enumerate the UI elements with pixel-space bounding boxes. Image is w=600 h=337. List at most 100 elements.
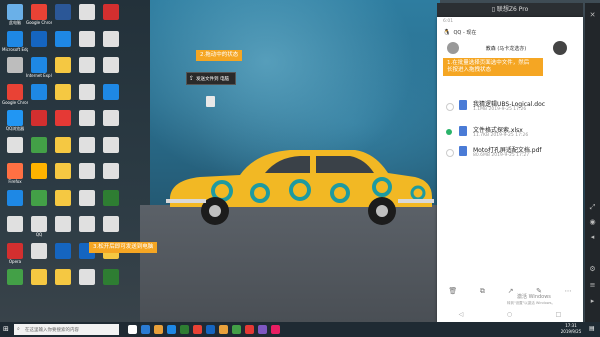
desktop-icon[interactable]	[76, 216, 98, 232]
desktop-icon[interactable]	[76, 30, 98, 47]
taskbar-app-icon[interactable]	[206, 325, 215, 334]
desktop-icon-glyph	[55, 189, 71, 206]
desktop-icon[interactable]: QQ浏览器	[4, 110, 26, 131]
desktop-icon[interactable]	[28, 83, 50, 100]
desktop-icon[interactable]: 此电脑	[4, 4, 26, 25]
send-icon[interactable]: ↗	[508, 287, 514, 296]
volume-icon[interactable]: ◂	[588, 233, 597, 242]
notification-icon[interactable]: ▤	[589, 325, 595, 332]
file-list-item[interactable]: Moto打孔屏适配文档.pdf 80.6MB 2019-9-25 17:27	[437, 145, 583, 163]
desktop-icon[interactable]	[52, 110, 74, 126]
taskbar-app-icon[interactable]	[154, 325, 163, 334]
desktop-icon[interactable]: Firefox	[4, 163, 26, 184]
fullscreen-icon[interactable]: ⤢	[588, 203, 597, 212]
taskbar-app-icon[interactable]	[193, 325, 202, 334]
desktop-icon[interactable]	[28, 269, 50, 285]
desktop-icon[interactable]	[100, 136, 122, 153]
desktop-icon[interactable]: Google Chrome	[26, 4, 52, 25]
drag-preview-label: 发送文件到 电脑	[196, 76, 229, 82]
file-icon	[459, 146, 467, 156]
desktop-icon[interactable]	[4, 57, 26, 73]
desktop-icon[interactable]	[28, 136, 50, 153]
desktop-icon[interactable]	[52, 136, 74, 153]
desktop-icon[interactable]	[76, 189, 98, 206]
taskbar-app-icon[interactable]	[232, 325, 241, 334]
delete-icon[interactable]: 🗑	[448, 287, 457, 296]
desktop-icon-glyph	[103, 189, 119, 206]
desktop-icon[interactable]	[52, 242, 74, 259]
desktop-icon[interactable]	[4, 269, 26, 285]
desktop-icon[interactable]	[52, 216, 74, 232]
desktop-icon[interactable]: Google Chrome	[2, 83, 28, 105]
taskbar-app-icon[interactable]	[245, 325, 254, 334]
desktop-icon[interactable]	[76, 110, 98, 126]
taskbar-app-icon[interactable]	[180, 325, 189, 334]
back-nav-icon[interactable]: ◁	[459, 311, 464, 318]
desktop-icon[interactable]	[28, 30, 50, 47]
taskbar-app-icon[interactable]	[167, 325, 176, 334]
close-icon[interactable]: ✕	[588, 11, 597, 20]
desktop-icon[interactable]	[4, 189, 26, 206]
desktop-icon[interactable]	[100, 189, 122, 206]
pin-icon[interactable]: ▸	[588, 297, 597, 306]
desktop-icon[interactable]	[100, 4, 122, 20]
more-icon[interactable]: ⋯	[565, 287, 572, 296]
desktop-icon[interactable]	[28, 163, 50, 179]
desktop-icon-glyph	[103, 110, 119, 126]
desktop-icon[interactable]	[100, 30, 122, 47]
desktop-icon[interactable]	[76, 83, 98, 100]
desktop-icon[interactable]: Microsoft Edge	[2, 30, 28, 52]
taskbar-app-icon[interactable]	[271, 325, 280, 334]
desktop-icon-glyph	[79, 136, 95, 153]
desktop-icon[interactable]	[76, 57, 98, 73]
unchecked-icon[interactable]	[446, 149, 454, 157]
desktop-icon[interactable]	[4, 216, 26, 232]
taskbar-app-icon[interactable]	[128, 325, 137, 334]
desktop-icon[interactable]	[76, 163, 98, 179]
screenshot-icon[interactable]: ◉	[588, 218, 597, 227]
start-button[interactable]: ⊞	[3, 325, 11, 333]
phone-window-titlebar[interactable]: ▯ 联想Z6 Pro	[437, 3, 583, 17]
desktop-icon[interactable]	[52, 83, 74, 100]
menu-icon[interactable]: ≡	[588, 281, 597, 290]
desktop-icon[interactable]	[52, 163, 74, 179]
desktop-icon[interactable]	[52, 30, 74, 47]
file-list-item[interactable]: 文件格式探索.xlsx 11.7KB 2019-9-25 17:26	[437, 125, 583, 143]
desktop-icon[interactable]	[76, 136, 98, 153]
taskbar-clock[interactable]: 17:31 2019/9/25	[556, 323, 586, 335]
desktop-icon[interactable]	[52, 189, 74, 206]
desktop-icon-glyph	[31, 4, 47, 20]
desktop-icon[interactable]	[100, 216, 122, 232]
desktop-icon[interactable]	[52, 57, 74, 73]
desktop-icon[interactable]	[28, 110, 50, 126]
desktop-icon-glyph	[79, 83, 95, 100]
taskbar-app-icon[interactable]	[141, 325, 150, 334]
copy-icon[interactable]: ⧉	[480, 287, 485, 296]
home-nav-icon[interactable]: ○	[507, 311, 512, 318]
unchecked-icon[interactable]	[446, 103, 454, 111]
desktop-icon[interactable]	[76, 269, 98, 285]
desktop-icon[interactable]	[100, 110, 122, 126]
recent-nav-icon[interactable]: □	[556, 311, 562, 318]
desktop-icon[interactable]: QQ	[28, 216, 50, 237]
desktop-icon[interactable]	[100, 83, 122, 100]
desktop-icon[interactable]	[52, 269, 74, 285]
desktop-icon[interactable]: Opera	[4, 242, 26, 264]
file-list-item[interactable]: 我猜逻辑UBS-Logical.doc 1.1MB 2019-9-25 17:26	[437, 99, 583, 117]
taskbar-search[interactable]: ⌕ 在这里输入你要搜索的内容	[14, 324, 119, 335]
taskbar-app-icon[interactable]	[219, 325, 228, 334]
desktop-icon[interactable]	[52, 4, 74, 20]
taskbar-app-icon[interactable]	[258, 325, 267, 334]
settings-icon[interactable]: ⚙	[588, 265, 597, 274]
desktop-icon[interactable]: Internet Explorer	[26, 57, 52, 78]
desktop-icon[interactable]	[28, 189, 50, 206]
desktop-icon[interactable]	[76, 4, 98, 20]
checked-icon[interactable]	[446, 129, 452, 135]
desktop-icon[interactable]	[100, 269, 122, 285]
file-meta: 80.6MB 2019-9-25 17:27	[473, 153, 530, 158]
desktop-icon[interactable]	[28, 242, 50, 259]
desktop-icon[interactable]	[100, 163, 122, 179]
phone-status-time: 6:01	[443, 19, 454, 24]
desktop-icon[interactable]	[4, 136, 26, 153]
desktop-icon[interactable]	[100, 57, 122, 73]
